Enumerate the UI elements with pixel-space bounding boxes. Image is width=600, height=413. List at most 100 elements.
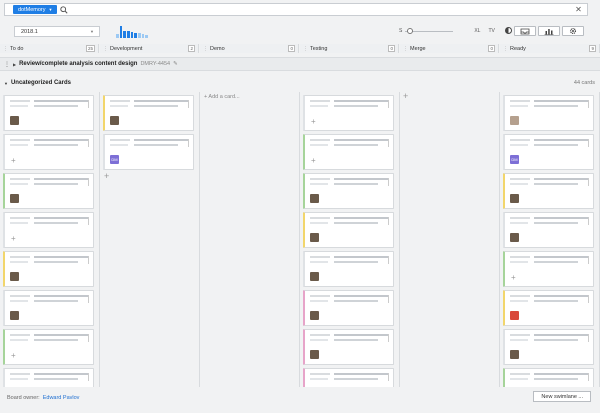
avatar[interactable] bbox=[310, 272, 319, 281]
board-owner-label: Board owner: bbox=[7, 394, 40, 401]
kanban-card[interactable] bbox=[303, 290, 394, 326]
kanban-card[interactable]: + bbox=[3, 134, 94, 170]
column-header-todo[interactable]: ⋮ To do 25 bbox=[0, 44, 99, 53]
kanban-card[interactable] bbox=[103, 95, 194, 131]
kanban-card[interactable] bbox=[3, 251, 94, 287]
assign-plus-icon[interactable]: + bbox=[11, 235, 16, 243]
column-header-demo[interactable]: ⋮ Demo 0 bbox=[200, 44, 299, 53]
sprint-select[interactable]: 2018.1 ▼ bbox=[14, 26, 100, 37]
slider-knob[interactable] bbox=[407, 27, 414, 34]
avatar[interactable] bbox=[310, 350, 319, 359]
card-text-placeholder bbox=[310, 100, 330, 102]
sprint-mini-chart[interactable] bbox=[116, 25, 149, 38]
pencil-icon[interactable]: ✎ bbox=[173, 61, 178, 67]
avatar[interactable] bbox=[310, 194, 319, 203]
kanban-card[interactable] bbox=[303, 368, 394, 387]
add-card-plus-icon[interactable]: + bbox=[104, 172, 109, 181]
kanban-card[interactable]: + bbox=[3, 212, 94, 248]
slider-track[interactable] bbox=[405, 27, 454, 34]
swimlane-title[interactable]: Review/complete analysis content design bbox=[19, 61, 137, 67]
avatar[interactable] bbox=[10, 272, 19, 281]
clear-search-icon[interactable]: ✕ bbox=[574, 5, 583, 14]
board-owner-link[interactable]: Edward Pavlov bbox=[43, 395, 80, 401]
uncategorized-header[interactable]: ▼ Uncategorized Cards 44 cards bbox=[0, 78, 600, 88]
chart-button[interactable] bbox=[538, 26, 560, 36]
gear-icon bbox=[569, 27, 577, 35]
column-count-badge: 25 bbox=[85, 45, 95, 52]
contrast-icon[interactable] bbox=[505, 27, 512, 34]
kanban-card[interactable] bbox=[503, 212, 594, 248]
column-header-testing[interactable]: ⋮ Testing 0 bbox=[300, 44, 399, 53]
column-title: Testing bbox=[310, 45, 328, 52]
mini-chart-bar bbox=[116, 34, 119, 38]
expand-triangle-icon[interactable]: ▶ bbox=[13, 62, 16, 67]
card-size-slider[interactable]: S XL TV bbox=[399, 27, 495, 34]
add-card-plus-icon[interactable]: + bbox=[403, 92, 408, 101]
assign-plus-icon[interactable]: + bbox=[311, 118, 316, 126]
drag-handle-icon[interactable]: ⋮ bbox=[4, 61, 10, 68]
kanban-card[interactable] bbox=[503, 290, 594, 326]
add-card-link[interactable]: + Add a card... bbox=[204, 94, 240, 100]
kanban-card[interactable] bbox=[303, 251, 394, 287]
avatar[interactable] bbox=[510, 233, 519, 242]
kanban-card[interactable] bbox=[303, 212, 394, 248]
drag-handle-icon[interactable]: ⋮ bbox=[403, 46, 408, 52]
collapse-triangle-icon[interactable]: ▼ bbox=[4, 81, 8, 86]
kanban-card[interactable] bbox=[303, 173, 394, 209]
swimlane-issue-id[interactable]: DMRY-4454 bbox=[140, 61, 170, 67]
kanban-card[interactable] bbox=[503, 95, 594, 131]
drag-handle-icon[interactable]: ⋮ bbox=[303, 46, 308, 52]
kanban-card[interactable] bbox=[3, 95, 94, 131]
column-header-merge[interactable]: ⋮ Merge 0 bbox=[400, 44, 499, 53]
avatar[interactable] bbox=[310, 311, 319, 320]
avatar[interactable] bbox=[510, 116, 519, 125]
search-input[interactable] bbox=[68, 4, 574, 15]
kanban-card[interactable] bbox=[3, 173, 94, 209]
search-bar: dotMemory ▼ ✕ bbox=[4, 3, 588, 16]
kanban-card[interactable] bbox=[503, 329, 594, 365]
drag-handle-icon[interactable]: ⋮ bbox=[3, 46, 8, 52]
card-text-placeholder bbox=[534, 183, 578, 185]
kanban-card[interactable]: + bbox=[303, 134, 394, 170]
avatar[interactable] bbox=[310, 233, 319, 242]
swimlane-header[interactable]: ⋮ ▶ Review/complete analysis content des… bbox=[0, 57, 600, 71]
avatar[interactable]: DM bbox=[110, 155, 119, 164]
kanban-card[interactable] bbox=[303, 329, 394, 365]
drag-handle-icon[interactable]: ⋮ bbox=[103, 46, 108, 52]
kanban-card[interactable]: + bbox=[303, 95, 394, 131]
avatar[interactable] bbox=[510, 311, 519, 320]
assign-plus-icon[interactable]: + bbox=[11, 157, 16, 165]
assign-plus-icon[interactable]: + bbox=[511, 274, 516, 282]
column-title: Demo bbox=[210, 45, 225, 52]
kanban-card[interactable] bbox=[3, 290, 94, 326]
kanban-card[interactable]: + bbox=[3, 368, 94, 387]
avatar[interactable] bbox=[510, 194, 519, 203]
avatar[interactable] bbox=[510, 350, 519, 359]
avatar[interactable] bbox=[10, 116, 19, 125]
column-header-ready[interactable]: ⋮ Ready 9 bbox=[500, 44, 600, 53]
drag-handle-icon[interactable]: ⋮ bbox=[203, 46, 208, 52]
kanban-card[interactable]: DM bbox=[503, 134, 594, 170]
settings-button[interactable] bbox=[562, 26, 584, 36]
card-text-placeholder bbox=[88, 178, 89, 186]
new-swimlane-button[interactable]: New swimlane ... bbox=[533, 391, 591, 402]
card-text-placeholder bbox=[388, 334, 389, 342]
kanban-card[interactable] bbox=[503, 173, 594, 209]
card-text-placeholder bbox=[534, 334, 588, 336]
column-title: To do bbox=[10, 45, 24, 52]
drag-handle-icon[interactable]: ⋮ bbox=[503, 46, 508, 52]
assign-plus-icon[interactable]: + bbox=[311, 157, 316, 165]
column-header-development[interactable]: ⋮ Development 2 bbox=[100, 44, 199, 53]
search-icon[interactable] bbox=[60, 5, 69, 14]
kanban-card[interactable]: + bbox=[3, 329, 94, 365]
kanban-card[interactable] bbox=[503, 368, 594, 387]
project-selector-button[interactable]: dotMemory ▼ bbox=[13, 5, 58, 14]
avatar[interactable] bbox=[10, 311, 19, 320]
kanban-card[interactable]: DM bbox=[103, 134, 194, 170]
avatar[interactable] bbox=[110, 116, 119, 125]
assign-plus-icon[interactable]: + bbox=[11, 352, 16, 360]
avatar[interactable] bbox=[10, 194, 19, 203]
avatar[interactable]: DM bbox=[510, 155, 519, 164]
kanban-card[interactable]: + bbox=[503, 251, 594, 287]
inbox-button[interactable] bbox=[514, 26, 536, 36]
